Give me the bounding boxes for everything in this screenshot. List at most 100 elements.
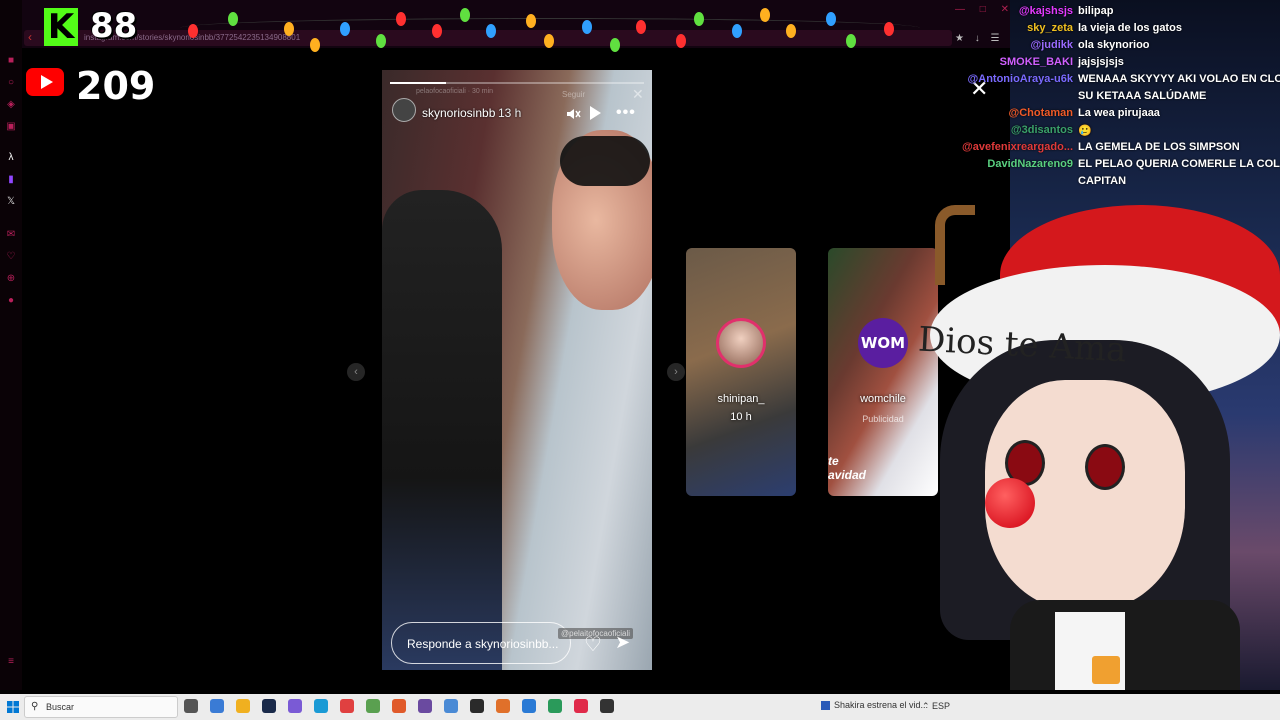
copilot-icon[interactable] [210,699,224,713]
vscode-icon[interactable] [262,699,276,713]
chat-message: EL PELAO QUERIA COMERLE LA COLO [1078,158,1280,170]
light-bulb [228,12,238,26]
profile-icon[interactable]: ● [5,295,17,307]
app-icon[interactable] [340,699,354,713]
story-viewer[interactable]: pelaofocaoficiali · 30 min Seguir ✕ skyn… [382,70,652,670]
news-widget[interactable]: Shakira estrena el vid... [834,700,928,710]
screen: ‹ instagram.com/stories/skynoriosinbb/37… [0,0,1280,720]
back-arrow-icon[interactable]: ‹ [28,30,32,44]
light-bulb [846,34,856,48]
light-bulb [786,24,796,38]
light-bulb [460,8,470,22]
heart-icon[interactable]: ♡ [584,632,602,657]
reindeer-antler [935,205,975,285]
light-bulb [340,22,350,36]
play-icon[interactable] [590,106,601,120]
explore-icon[interactable]: ◈ [5,99,17,111]
story-sunglasses [560,136,650,186]
app-icon[interactable] [418,699,432,713]
light-bulb [526,14,536,28]
chat-message: bilipap [1078,5,1114,17]
story-person-left [382,190,502,670]
send-icon[interactable]: ➤ [615,632,630,653]
close-icon[interactable]: ✕ [632,86,644,103]
app-icon[interactable] [600,699,614,713]
preview-username: shinipan_ [717,393,765,405]
window-controls[interactable]: — □ ✕ [955,4,1015,15]
light-bulb [760,8,770,22]
messages-icon[interactable]: ✉ [5,229,17,241]
task-view-icon[interactable] [184,699,198,713]
opera-icon[interactable] [574,699,588,713]
story-progress-bar [390,82,644,84]
follow-button[interactable]: Seguir [562,90,585,99]
chat-username: @avefenixreargado... [962,141,1073,153]
preview-promo-text: te avidad [828,454,867,482]
chat-username: @3disantos [1010,124,1073,136]
firefox-icon[interactable] [392,699,406,713]
story-username[interactable]: skynoriosinbb [422,106,495,120]
taskbar-search-placeholder[interactable]: Buscar [46,702,74,712]
windows-start-icon[interactable] [7,701,19,713]
app-icon[interactable] [288,699,302,713]
red-nose [985,478,1035,528]
previous-story-username: pelaofocaoficiali · 30 min [416,88,494,95]
app-icon[interactable] [522,699,536,713]
story-preview-womchile[interactable]: WOM womchile Publicidad te avidad [828,248,938,496]
chat-message: ola skynorioo [1078,39,1150,51]
chevron-left-icon[interactable]: ‹ [347,363,365,381]
search-nav-icon[interactable]: ○ [5,77,17,89]
browser-toolbar-icons[interactable]: ★ ↓ ☰ [955,33,1004,44]
chat-message: LA GEMELA DE LOS SIMPSON [1078,141,1240,153]
reply-placeholder[interactable]: Responde a skynoriosinbb... [407,637,558,651]
file-explorer-icon[interactable] [236,699,250,713]
preview-username: womchile [860,393,906,405]
more-icon[interactable]: ••• [616,104,636,122]
story-preview-shinipan[interactable]: shinipan_ 10 h [686,248,796,496]
light-bulb [636,20,646,34]
light-bulb [826,12,836,26]
edge-icon[interactable] [314,699,328,713]
system-tray[interactable]: ⌃ ESP [922,701,950,712]
home-icon[interactable]: ■ [5,55,17,67]
chat-message: la vieja de los gatos [1078,22,1182,34]
light-bulb [284,22,294,36]
instagram-sidebar: ■ ○ ◈ ▣ λ ▮ 𝕏 ✉ ♡ ⊕ ● ≡ [0,0,22,690]
app-icon[interactable] [548,699,562,713]
light-bulb [732,24,742,38]
chat-message: jajsjsjsjs [1078,56,1124,68]
notifications-icon[interactable]: ♡ [5,251,17,263]
chevron-right-icon[interactable]: › [667,363,685,381]
avatar-eye [1085,444,1125,490]
avatar [716,318,766,368]
chat-message: 🥲 [1078,125,1092,137]
twitch-icon[interactable]: ▮ [5,174,17,186]
light-bulb [884,22,894,36]
reels-icon[interactable]: ▣ [5,121,17,133]
avatar-pin [1092,656,1120,684]
story-timestamp: 13 h [498,106,522,120]
mute-icon[interactable] [565,106,581,122]
chrome-icon[interactable] [444,699,458,713]
news-icon [821,701,830,710]
avatar[interactable] [392,98,416,122]
create-icon[interactable]: ⊕ [5,273,17,285]
obs-icon[interactable] [470,699,484,713]
preview-time: 10 h [730,411,752,423]
chat-username: @AntonioAraya-u6k [967,73,1073,85]
light-bulb [676,34,686,48]
avatar-body [1010,600,1240,690]
kick-icon[interactable]: λ [5,152,17,164]
chat-username: @kajshsjs [1018,5,1073,17]
app-icon[interactable] [496,699,510,713]
light-bulb [610,38,620,52]
preview-sponsored-label: Publicidad [862,414,904,424]
light-bulb [486,24,496,38]
chat-message: WENAAA SKYYYY AKI VOLAO EN CLO [1078,73,1280,85]
light-bulb [396,12,406,26]
chat-username: sky_zeta [1027,22,1073,34]
menu-icon[interactable]: ≡ [5,656,17,668]
app-icon[interactable] [366,699,380,713]
light-bulb [188,24,198,38]
x-icon[interactable]: 𝕏 [5,196,17,208]
